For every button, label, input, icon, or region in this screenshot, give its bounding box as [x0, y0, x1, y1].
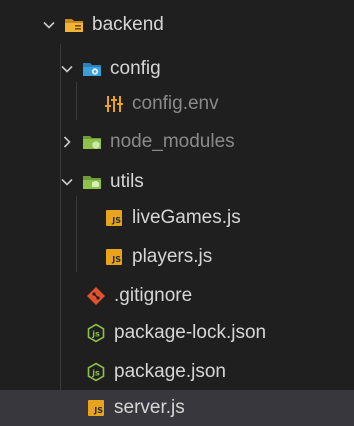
tree-item-label: node_modules: [110, 131, 235, 152]
tree-item-config[interactable]: config: [0, 50, 354, 88]
tree-item-label: package.json: [114, 361, 226, 382]
tree-item-label: config: [110, 58, 161, 79]
tree-item-label: .gitignore: [114, 285, 193, 306]
tree-item-package-lock-json[interactable]: js package-lock.json: [0, 314, 354, 352]
chevron-right-icon: [60, 135, 74, 149]
folder-utils-icon: [82, 172, 102, 192]
tree-item-node-modules[interactable]: node_modules: [0, 123, 354, 161]
tree-item-label: players.js: [132, 246, 213, 267]
tree-item-livegames-js[interactable]: JS liveGames.js: [0, 199, 354, 237]
folder-config-icon: [82, 59, 102, 79]
tree-item-label: liveGames.js: [132, 207, 241, 228]
tree-item-backend[interactable]: backend: [0, 6, 354, 44]
js-file-icon: JS: [86, 398, 106, 418]
tree-item-server-js[interactable]: JS server.js: [0, 390, 354, 426]
tree-item-label: config.env: [132, 93, 219, 114]
env-tune-icon: [104, 94, 124, 114]
nodejs-icon: js: [86, 362, 106, 382]
folder-open-orange-icon: [64, 15, 84, 35]
tree-item-config-env[interactable]: config.env: [0, 85, 354, 123]
tree-item-label: utils: [110, 171, 144, 192]
tree-item-gitignore[interactable]: .gitignore: [0, 277, 354, 315]
tree-item-players-js[interactable]: JS players.js: [0, 238, 354, 276]
file-explorer-tree: backend config config.env node_modules u…: [0, 0, 354, 426]
svg-text:js: js: [91, 369, 100, 378]
folder-node-icon: [82, 132, 102, 152]
tree-item-package-json[interactable]: js package.json: [0, 353, 354, 391]
svg-text:js: js: [91, 330, 100, 339]
tree-item-label: backend: [92, 14, 164, 35]
chevron-down-icon: [60, 175, 74, 189]
git-icon: [86, 286, 106, 306]
nodejs-icon: js: [86, 323, 106, 343]
js-file-icon: JS: [104, 208, 124, 228]
tree-item-label: package-lock.json: [114, 322, 267, 343]
tree-item-label: server.js: [114, 397, 185, 418]
chevron-down-icon: [60, 62, 74, 76]
js-file-icon: JS: [104, 247, 124, 267]
chevron-down-icon: [42, 18, 56, 32]
tree-item-utils[interactable]: utils: [0, 163, 354, 201]
